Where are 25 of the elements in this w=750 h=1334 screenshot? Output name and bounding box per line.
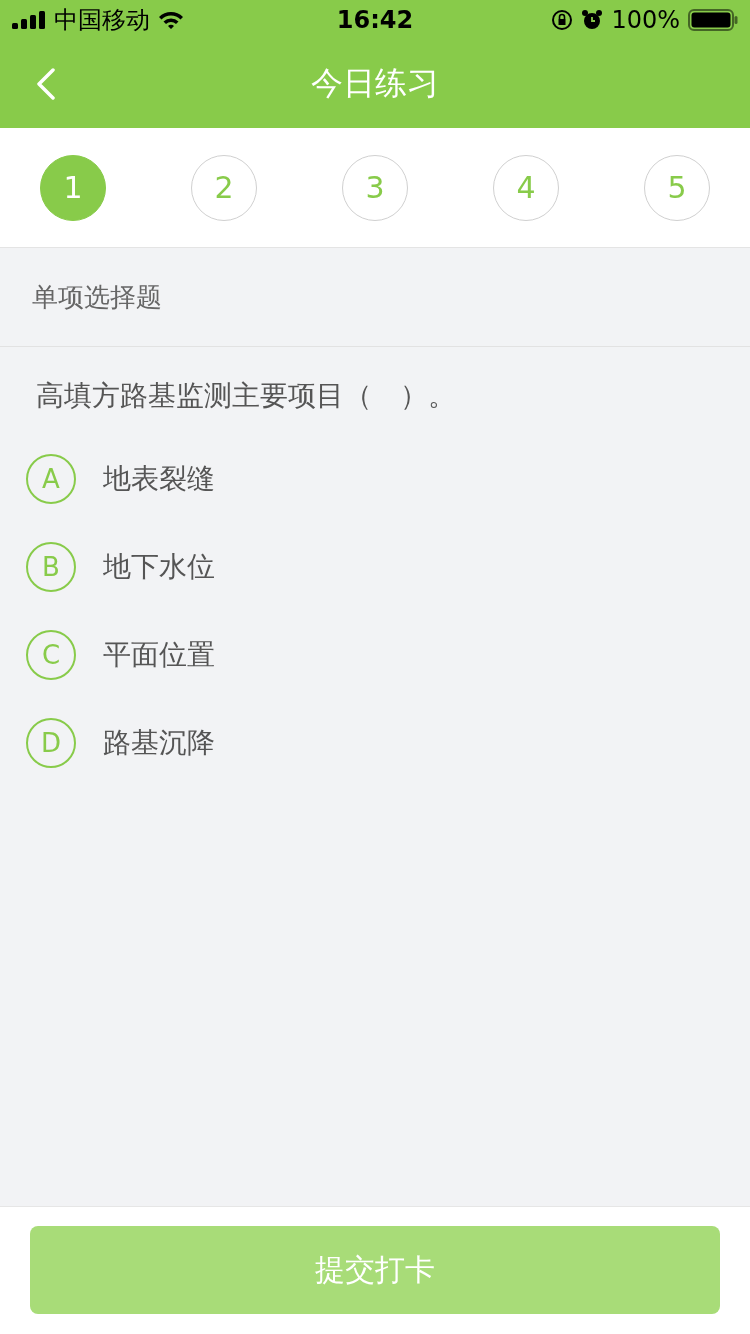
option-letter[interactable]: D: [26, 718, 76, 768]
clock-time: 16:42: [336, 6, 414, 34]
question-number-tab[interactable]: 5: [644, 154, 710, 221]
option-text[interactable]: 地表裂缝: [103, 460, 215, 498]
page-title: 今日练习: [311, 63, 439, 104]
section-title: 单项选择题: [32, 280, 162, 314]
rotation-lock-icon: [551, 9, 574, 31]
option-letter[interactable]: A: [26, 454, 76, 504]
option-letter[interactable]: C: [26, 630, 76, 680]
question-number-tab[interactable]: 3: [342, 154, 408, 221]
question-text: 高填方路基监测主要项目（ ）。: [36, 379, 456, 412]
question-number-tab[interactable]: 1: [40, 154, 106, 221]
battery-icon: [688, 9, 738, 31]
question-number-tab[interactable]: 4: [493, 154, 559, 221]
back-icon: [36, 68, 56, 100]
question-number-tab[interactable]: 2: [191, 154, 257, 221]
option-text[interactable]: 平面位置: [103, 636, 215, 674]
carrier-name: 中国移动: [54, 5, 150, 36]
signal-icon: [12, 11, 46, 29]
option-letter[interactable]: B: [26, 542, 76, 592]
option-text[interactable]: 地下水位: [103, 548, 215, 586]
option-text[interactable]: 路基沉降: [103, 724, 215, 762]
alarm-icon: [581, 9, 604, 31]
wifi-icon: [158, 10, 184, 30]
battery-percent: 100%: [611, 6, 680, 34]
